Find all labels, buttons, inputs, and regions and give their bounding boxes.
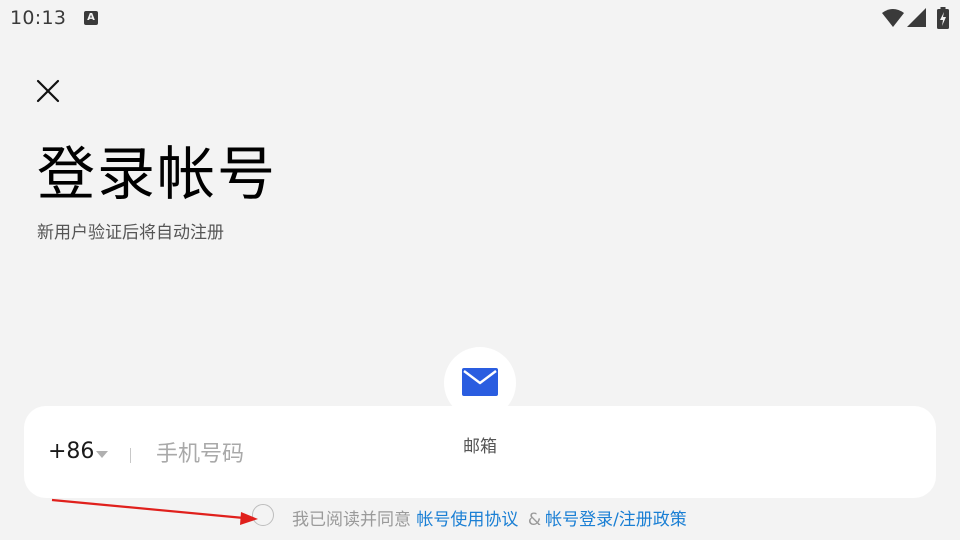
agreement-checkbox[interactable] bbox=[252, 504, 274, 526]
chevron-down-icon[interactable] bbox=[96, 451, 108, 458]
input-divider bbox=[130, 448, 131, 463]
country-code-selector[interactable]: +86 bbox=[48, 439, 94, 464]
status-bar: 10:13 A bbox=[0, 0, 960, 36]
agreement-row: 我已阅读并同意 帐号使用协议 & 帐号登录/注册政策 bbox=[252, 503, 852, 530]
mail-icon bbox=[462, 368, 498, 396]
email-icon-circle[interactable] bbox=[444, 347, 516, 419]
battery-charging-icon bbox=[937, 7, 949, 29]
text-a-icon: A bbox=[84, 11, 98, 25]
user-agreement-link[interactable]: 帐号使用协议 bbox=[416, 510, 518, 530]
notification-letter: A bbox=[87, 12, 95, 23]
privacy-policy-link[interactable]: 帐号登录/注册政策 bbox=[545, 510, 687, 530]
agreement-text: 我已阅读并同意 帐号使用协议 & 帐号登录/注册政策 bbox=[292, 505, 687, 530]
page-title: 登录帐号 bbox=[37, 140, 278, 208]
email-login-button[interactable]: 邮箱 bbox=[444, 347, 516, 459]
close-button[interactable] bbox=[33, 76, 63, 106]
agreement-amp: & bbox=[527, 510, 542, 530]
email-label: 邮箱 bbox=[463, 437, 497, 457]
phone-number-input[interactable] bbox=[156, 434, 456, 474]
status-time: 10:13 bbox=[10, 7, 67, 29]
signal-icon bbox=[907, 8, 926, 27]
close-icon bbox=[36, 79, 60, 103]
wifi-icon bbox=[882, 9, 904, 27]
page-subtitle: 新用户验证后将自动注册 bbox=[37, 223, 224, 243]
annotation-arrow-line bbox=[51, 498, 245, 520]
agreement-prefix: 我已阅读并同意 bbox=[292, 510, 411, 530]
